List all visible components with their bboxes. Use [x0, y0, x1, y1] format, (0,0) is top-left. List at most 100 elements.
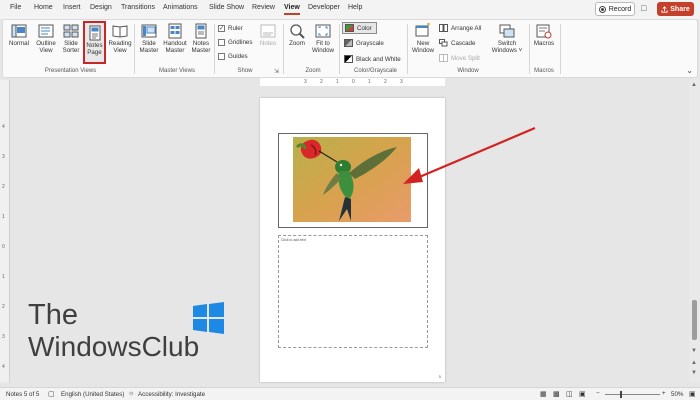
zoom-icon: [290, 24, 305, 39]
guides-checkbox[interactable]: Guides: [218, 53, 248, 60]
move-split-icon: [439, 54, 448, 62]
notes-page-label-2: Page: [87, 49, 102, 56]
notes-master-label-2: Master: [191, 47, 211, 54]
arrange-all-label: Arrange All: [451, 24, 482, 32]
tab-help[interactable]: Help: [348, 4, 362, 11]
outline-view-button[interactable]: Outline View: [33, 23, 59, 54]
notes-master-label-1: Notes: [192, 40, 210, 47]
tab-home[interactable]: Home: [34, 4, 53, 11]
gridlines-checkbox[interactable]: Gridlines: [218, 39, 252, 46]
zoom-slider[interactable]: [605, 394, 660, 395]
slide-sorter-status-icon[interactable]: ▩: [553, 390, 560, 398]
tab-developer[interactable]: Developer: [308, 4, 340, 11]
fit-label-1: Fit to: [316, 40, 330, 47]
fit-slide-icon[interactable]: ▣: [689, 390, 696, 398]
macros-button[interactable]: Macros: [532, 23, 556, 47]
tab-animations[interactable]: Animations: [163, 4, 198, 11]
language-status[interactable]: English (United States): [61, 391, 124, 398]
tab-file[interactable]: File: [10, 4, 21, 11]
tab-design[interactable]: Design: [90, 4, 112, 11]
slide-sorter-button[interactable]: Slide Sorter: [60, 23, 82, 54]
move-split-label: Move Split: [451, 54, 480, 62]
gridlines-check-icon: [218, 39, 225, 46]
black-and-white-button[interactable]: Black and White: [344, 55, 401, 63]
record-button[interactable]: Record: [595, 2, 635, 16]
share-button[interactable]: Share: [657, 2, 694, 16]
new-window-icon: [415, 23, 430, 37]
presentation-views-group-label: Presentation Views: [44, 68, 97, 74]
previous-page-icon[interactable]: ▲: [691, 360, 697, 366]
zoom-slider-thumb[interactable]: [620, 391, 622, 398]
ruler-tick-label: 1: [2, 274, 5, 280]
group-separator: [529, 24, 530, 74]
accessibility-icon: ☼: [128, 390, 135, 397]
reading-view-button[interactable]: Reading View: [107, 23, 133, 54]
normal-view-button[interactable]: Normal: [8, 23, 30, 47]
switch-windows-label-2: Windows ˅: [491, 47, 523, 54]
notes-page-button[interactable]: Notes Page: [83, 21, 106, 64]
macros-label: Macros: [533, 40, 555, 47]
arrange-all-button[interactable]: Arrange All: [439, 24, 481, 32]
accessibility-status[interactable]: Accessibility: Investigate: [138, 391, 205, 398]
handout-master-label-2: Master: [165, 47, 185, 54]
slide-master-button[interactable]: Slide Master: [138, 23, 160, 54]
tab-slide-show[interactable]: Slide Show: [209, 4, 244, 11]
zoom-in-icon[interactable]: +: [662, 390, 666, 397]
scroll-down-icon[interactable]: ▼: [691, 348, 697, 354]
group-separator: [134, 24, 135, 74]
group-separator: [283, 24, 284, 74]
ruler-tick-label: 4: [2, 124, 5, 130]
cascade-icon: [439, 39, 448, 47]
tab-transitions[interactable]: Transitions: [121, 4, 155, 11]
show-dialog-launcher-icon[interactable]: ⇲: [274, 68, 279, 75]
ruler-tick-label: 0: [2, 244, 5, 250]
notes-page-icon: [89, 25, 100, 41]
record-label: Record: [608, 5, 632, 13]
ruler-tick-label: 1: [2, 214, 5, 220]
zoom-out-icon[interactable]: −: [596, 390, 600, 397]
ruler-checkbox[interactable]: ✓ Ruler: [218, 25, 243, 32]
notes-master-button[interactable]: Notes Master: [190, 23, 212, 54]
scroll-up-icon[interactable]: ▲: [691, 82, 697, 88]
grayscale-swatch-icon: [344, 39, 353, 47]
spellcheck-icon[interactable]: ▢: [48, 390, 55, 398]
tab-insert[interactable]: Insert: [63, 4, 81, 11]
show-group-label: Show: [237, 68, 253, 74]
switch-windows-button[interactable]: Switch Windows ˅: [489, 23, 525, 54]
ribbon: Normal Outline View Slide Sorter Notes P…: [2, 19, 698, 78]
zoom-level[interactable]: 50%: [671, 391, 683, 398]
tab-view[interactable]: View: [284, 4, 300, 15]
window-group-label: Window: [457, 68, 479, 74]
notes-placeholder-box[interactable]: Click to add text: [278, 235, 428, 348]
handout-master-button[interactable]: Handout Master: [161, 23, 189, 54]
group-separator: [407, 24, 408, 74]
comments-icon[interactable]: □: [641, 3, 646, 13]
color-button[interactable]: Color: [342, 22, 377, 34]
reading-view-icon: [112, 25, 128, 38]
scrollbar-thumb[interactable]: [692, 300, 697, 340]
next-page-icon[interactable]: ▼: [691, 370, 697, 376]
cascade-button[interactable]: Cascade: [439, 39, 475, 47]
tab-review[interactable]: Review: [252, 4, 275, 11]
notes-page-label-1: Notes: [86, 42, 103, 49]
normal-view-status-icon[interactable]: ▦: [540, 390, 547, 398]
guides-check-icon: [218, 53, 225, 60]
reading-view-status-icon[interactable]: ◫: [566, 390, 573, 398]
new-window-button[interactable]: New Window: [410, 23, 436, 54]
outline-label-2: View: [39, 47, 53, 54]
zoom-button[interactable]: Zoom: [286, 23, 308, 47]
fit-to-window-button[interactable]: Fit to Window: [309, 23, 337, 54]
normal-view-icon: [11, 24, 27, 38]
slide-master-icon: [141, 24, 157, 38]
vertical-scrollbar[interactable]: ▲ ▼ ▲ ▼: [689, 80, 700, 382]
notes-toggle-button[interactable]: Notes: [257, 23, 279, 47]
normal-label: Normal: [9, 40, 29, 47]
record-icon: [598, 5, 606, 13]
slide-sorter-label-1: Slide: [64, 40, 78, 47]
slide-show-status-icon[interactable]: ▣: [579, 390, 586, 398]
color-swatch-icon: [345, 24, 354, 32]
collapse-ribbon-icon[interactable]: ⌄: [686, 66, 693, 75]
share-label: Share: [670, 5, 690, 13]
grayscale-button[interactable]: Grayscale: [344, 39, 384, 47]
move-split-button[interactable]: Move Split: [439, 54, 480, 62]
